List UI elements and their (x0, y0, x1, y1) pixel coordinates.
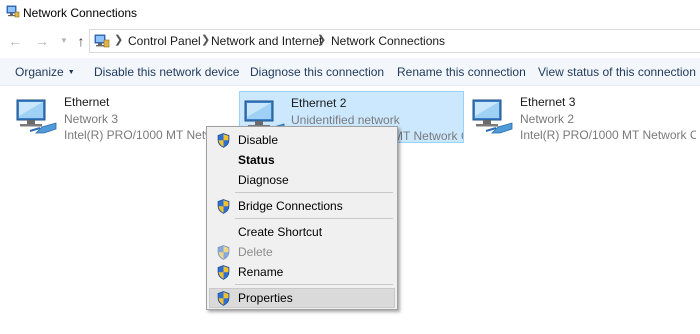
breadcrumb-separator-icon[interactable]: ❯ (317, 33, 326, 46)
connection-status: Unidentified network (291, 113, 400, 127)
ethernet-adapter-icon (472, 99, 513, 134)
shield-icon (217, 133, 230, 148)
network-connections-icon (6, 5, 20, 18)
breadcrumb-network-connections[interactable]: Network Connections (331, 34, 445, 48)
menu-item-delete: Delete (209, 242, 395, 262)
breadcrumb-separator-icon[interactable]: ❯ (114, 33, 123, 46)
menu-item-create-shortcut[interactable]: Create Shortcut (209, 222, 395, 242)
address-row: ← → ▼ ↑ ❯ Control Panel ❯ Network and In… (0, 28, 700, 54)
command-bar: Organize ▼ Disable this network device Di… (0, 58, 700, 86)
back-arrow-icon[interactable]: ← (6, 32, 24, 50)
address-bar[interactable]: ❯ Control Panel ❯ Network and Internet ❯… (89, 29, 700, 53)
forward-arrow-icon[interactable]: → (33, 32, 51, 50)
control-panel-icon (94, 34, 110, 48)
shield-icon (217, 245, 230, 260)
connection-name: Ethernet (64, 95, 110, 109)
menu-item-status[interactable]: Status (209, 150, 395, 170)
view-status-button[interactable]: View status of this connection (538, 65, 696, 79)
shield-icon (217, 199, 230, 214)
connection-item-ethernet-3[interactable]: Ethernet 3 Network 2 Intel(R) PRO/1000 M… (458, 91, 698, 143)
breadcrumb-network-and-internet[interactable]: Network and Internet (211, 34, 322, 48)
menu-item-label: Diagnose (238, 173, 289, 187)
organize-button[interactable]: Organize ▼ (15, 65, 75, 79)
connection-name: Ethernet 3 (520, 95, 576, 109)
context-menu: Disable Status Diagnose Bridge Connectio… (206, 126, 398, 310)
menu-item-bridge-connections[interactable]: Bridge Connections (209, 196, 395, 216)
recent-locations-chevron-icon[interactable]: ▼ (55, 32, 73, 50)
connection-item-ethernet[interactable]: Ethernet Network 3 Intel(R) PRO/1000 MT … (2, 91, 234, 143)
menu-item-disable[interactable]: Disable (209, 130, 395, 150)
breadcrumb-control-panel[interactable]: Control Panel (128, 34, 201, 48)
dropdown-caret-icon: ▼ (67, 69, 75, 76)
menu-item-label: Rename (238, 265, 284, 279)
rename-connection-button[interactable]: Rename this connection (397, 65, 526, 79)
organize-label: Organize (15, 65, 64, 79)
menu-item-label: Bridge Connections (238, 199, 343, 213)
shield-icon (217, 291, 230, 306)
menu-item-properties[interactable]: Properties (209, 288, 395, 308)
connection-status: Network 3 (64, 112, 119, 126)
menu-item-label: Disable (238, 133, 279, 147)
menu-item-label: Status (238, 153, 275, 167)
menu-separator (235, 284, 393, 285)
shield-icon (217, 265, 230, 280)
menu-item-rename[interactable]: Rename (209, 262, 395, 282)
menu-item-label: Delete (238, 245, 273, 259)
connection-device: Intel(R) PRO/1000 MT Network C... (64, 128, 214, 142)
title-bar: Network Connections (0, 0, 700, 26)
menu-item-label: Create Shortcut (238, 225, 323, 239)
connection-status: Network 2 (520, 112, 575, 126)
breadcrumb-separator-icon[interactable]: ❯ (201, 33, 210, 46)
menu-separator (235, 218, 393, 219)
menu-separator (235, 192, 393, 193)
menu-item-label: Properties (238, 291, 293, 305)
ethernet-adapter-icon (16, 99, 57, 134)
connection-device: Intel(R) PRO/1000 MT Network C... (520, 128, 696, 142)
menu-item-diagnose[interactable]: Diagnose (209, 170, 395, 190)
connection-name: Ethernet 2 (291, 96, 347, 110)
diagnose-connection-button[interactable]: Diagnose this connection (250, 65, 384, 79)
window-title: Network Connections (23, 6, 138, 20)
disable-device-button[interactable]: Disable this network device (94, 65, 239, 79)
up-arrow-icon[interactable]: ↑ (72, 32, 90, 50)
